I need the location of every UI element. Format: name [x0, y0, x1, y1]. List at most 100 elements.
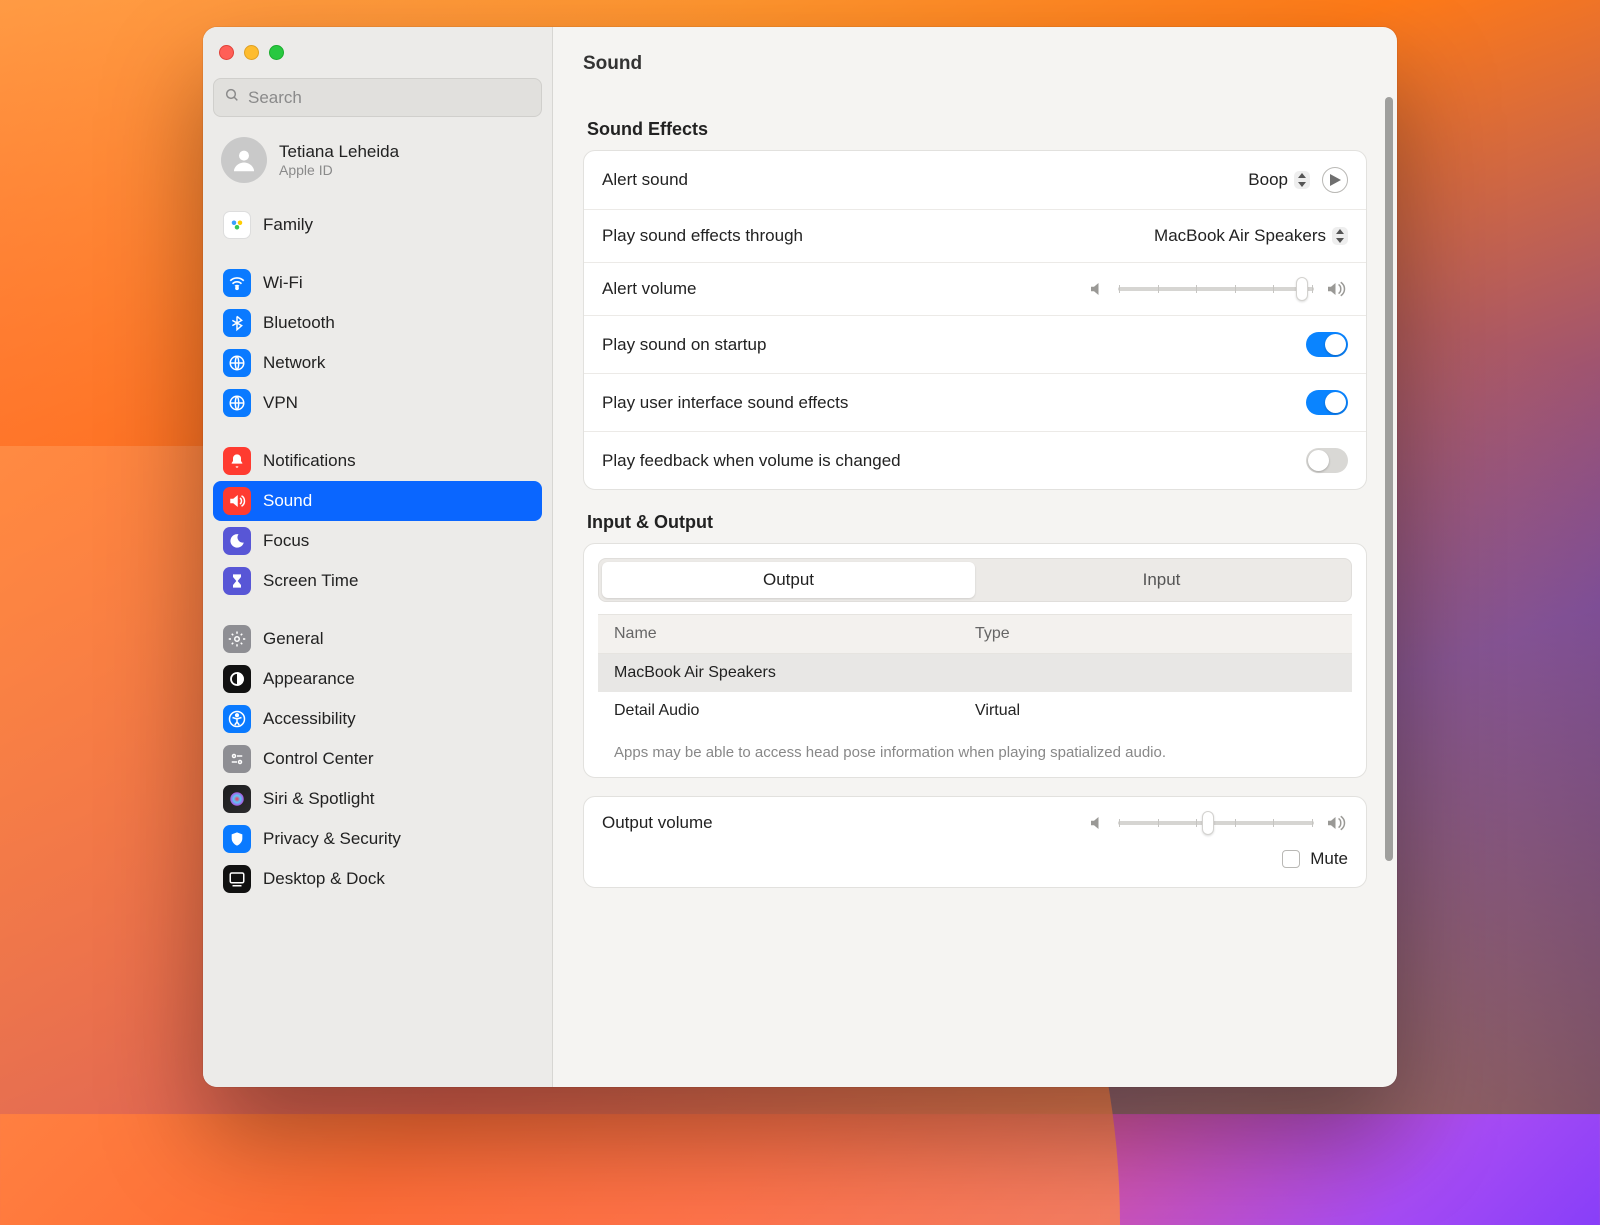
close-button[interactable]	[219, 45, 234, 60]
search-field[interactable]	[213, 78, 542, 117]
appearance-icon	[223, 665, 251, 693]
tab-output[interactable]: Output	[602, 562, 975, 598]
mute-label: Mute	[1310, 849, 1348, 869]
wi-fi-icon	[223, 269, 251, 297]
sidebar-item-label: Bluetooth	[263, 313, 335, 333]
sidebar-item-vpn[interactable]: VPN	[213, 383, 542, 423]
stepper-icon	[1294, 171, 1310, 189]
sidebar-item-network[interactable]: Network	[213, 343, 542, 383]
ui-sounds-toggle[interactable]	[1306, 390, 1348, 415]
ui-sounds-label: Play user interface sound effects	[602, 393, 848, 413]
device-type	[975, 664, 1336, 682]
sidebar-item-focus[interactable]: Focus	[213, 521, 542, 561]
section-sound-effects-title: Sound Effects	[587, 119, 1363, 140]
settings-window: Tetiana Leheida Apple ID Family Wi-Fi Blue…	[203, 27, 1397, 1087]
io-tabs: Output Input	[598, 558, 1352, 602]
sidebar-item-label: Control Center	[263, 749, 374, 769]
search-icon	[224, 87, 240, 108]
siri-spotlight-icon	[223, 785, 251, 813]
mute-checkbox[interactable]	[1282, 850, 1300, 868]
sidebar-item-accessibility[interactable]: Accessibility	[213, 699, 542, 739]
sidebar-item-label: Desktop & Dock	[263, 869, 385, 889]
bluetooth-icon	[223, 309, 251, 337]
sidebar-item-general[interactable]: General	[213, 619, 542, 659]
alert-sound-popup[interactable]: Boop	[1248, 170, 1310, 190]
sidebar-item-notifications[interactable]: Notifications	[213, 441, 542, 481]
search-input[interactable]	[248, 88, 531, 108]
avatar	[221, 137, 267, 183]
main-pane: Sound Sound Effects Alert sound Boop	[553, 27, 1397, 1087]
sidebar: Tetiana Leheida Apple ID Family Wi-Fi Blue…	[203, 27, 553, 1087]
device-row[interactable]: Detail AudioVirtual	[598, 692, 1352, 730]
feedback-label: Play feedback when volume is changed	[602, 451, 901, 471]
general-icon	[223, 625, 251, 653]
sidebar-item-control-center[interactable]: Control Center	[213, 739, 542, 779]
play-alert-button[interactable]	[1322, 167, 1348, 193]
sidebar-item-label: Sound	[263, 491, 312, 511]
play-on-startup-toggle[interactable]	[1306, 332, 1348, 357]
sidebar-item-label: Siri & Spotlight	[263, 789, 375, 809]
minimize-button[interactable]	[244, 45, 259, 60]
speaker-low-icon	[1088, 814, 1106, 832]
content: Sound Effects Alert sound Boop	[553, 97, 1397, 918]
window-controls	[213, 41, 542, 78]
output-volume-label: Output volume	[602, 813, 713, 833]
page-title: Sound	[553, 27, 1397, 97]
tab-input[interactable]: Input	[975, 562, 1348, 598]
alert-sound-label: Alert sound	[602, 170, 688, 190]
sidebar-item-wi-fi[interactable]: Wi-Fi	[213, 263, 542, 303]
sidebar-item-label: Appearance	[263, 669, 355, 689]
sidebar-item-label: Focus	[263, 531, 309, 551]
device-table-header: Name Type	[598, 614, 1352, 654]
sidebar-item-privacy-security[interactable]: Privacy & Security	[213, 819, 542, 859]
speaker-high-icon	[1326, 814, 1348, 832]
scrollbar[interactable]	[1385, 97, 1393, 1077]
sidebar-item-screen-time[interactable]: Screen Time	[213, 561, 542, 601]
screen-time-icon	[223, 567, 251, 595]
zoom-button[interactable]	[269, 45, 284, 60]
io-card: Output Input Name Type MacBook Air Speak…	[583, 543, 1367, 778]
sidebar-item-label: Privacy & Security	[263, 829, 401, 849]
alert-volume-slider[interactable]	[1088, 280, 1348, 298]
device-row[interactable]: MacBook Air Speakers	[598, 654, 1352, 692]
sidebar-item-label: Family	[263, 215, 313, 235]
account-subtitle: Apple ID	[279, 162, 399, 178]
sidebar-item-label: Wi-Fi	[263, 273, 303, 293]
sidebar-item-label: Network	[263, 353, 325, 373]
sidebar-item-label: Notifications	[263, 451, 356, 471]
vpn-icon	[223, 389, 251, 417]
focus-icon	[223, 527, 251, 555]
alert-sound-value: Boop	[1248, 170, 1288, 190]
sound-effects-card: Alert sound Boop	[583, 150, 1367, 490]
output-volume-slider[interactable]	[1088, 814, 1348, 832]
sound-icon	[223, 487, 251, 515]
feedback-toggle[interactable]	[1306, 448, 1348, 473]
sidebar-item-appearance[interactable]: Appearance	[213, 659, 542, 699]
apple-id-row[interactable]: Tetiana Leheida Apple ID	[213, 117, 542, 201]
sidebar-item-desktop-dock[interactable]: Desktop & Dock	[213, 859, 542, 899]
accessibility-icon	[223, 705, 251, 733]
speaker-low-icon	[1088, 280, 1106, 298]
network-icon	[223, 349, 251, 377]
sidebar-item-sound[interactable]: Sound	[213, 481, 542, 521]
privacy-security-icon	[223, 825, 251, 853]
device-name: MacBook Air Speakers	[614, 664, 975, 682]
alert-volume-label: Alert volume	[602, 279, 696, 299]
account-name: Tetiana Leheida	[279, 142, 399, 162]
sidebar-item-label: Screen Time	[263, 571, 358, 591]
play-through-label: Play sound effects through	[602, 226, 803, 246]
sidebar-item-label: VPN	[263, 393, 298, 413]
device-name: Detail Audio	[614, 702, 975, 720]
section-io-title: Input & Output	[587, 512, 1363, 533]
sidebar-item-family[interactable]: Family	[213, 205, 542, 245]
sidebar-item-siri-spotlight[interactable]: Siri & Spotlight	[213, 779, 542, 819]
desktop-dock-icon	[223, 865, 251, 893]
device-type: Virtual	[975, 702, 1336, 720]
sidebar-item-label: General	[263, 629, 323, 649]
sidebar-item-bluetooth[interactable]: Bluetooth	[213, 303, 542, 343]
control-center-icon	[223, 745, 251, 773]
io-footnote: Apps may be able to access head pose inf…	[598, 730, 1352, 777]
play-through-popup[interactable]: MacBook Air Speakers	[1154, 226, 1348, 246]
speaker-high-icon	[1326, 280, 1348, 298]
col-type: Type	[975, 625, 1336, 643]
